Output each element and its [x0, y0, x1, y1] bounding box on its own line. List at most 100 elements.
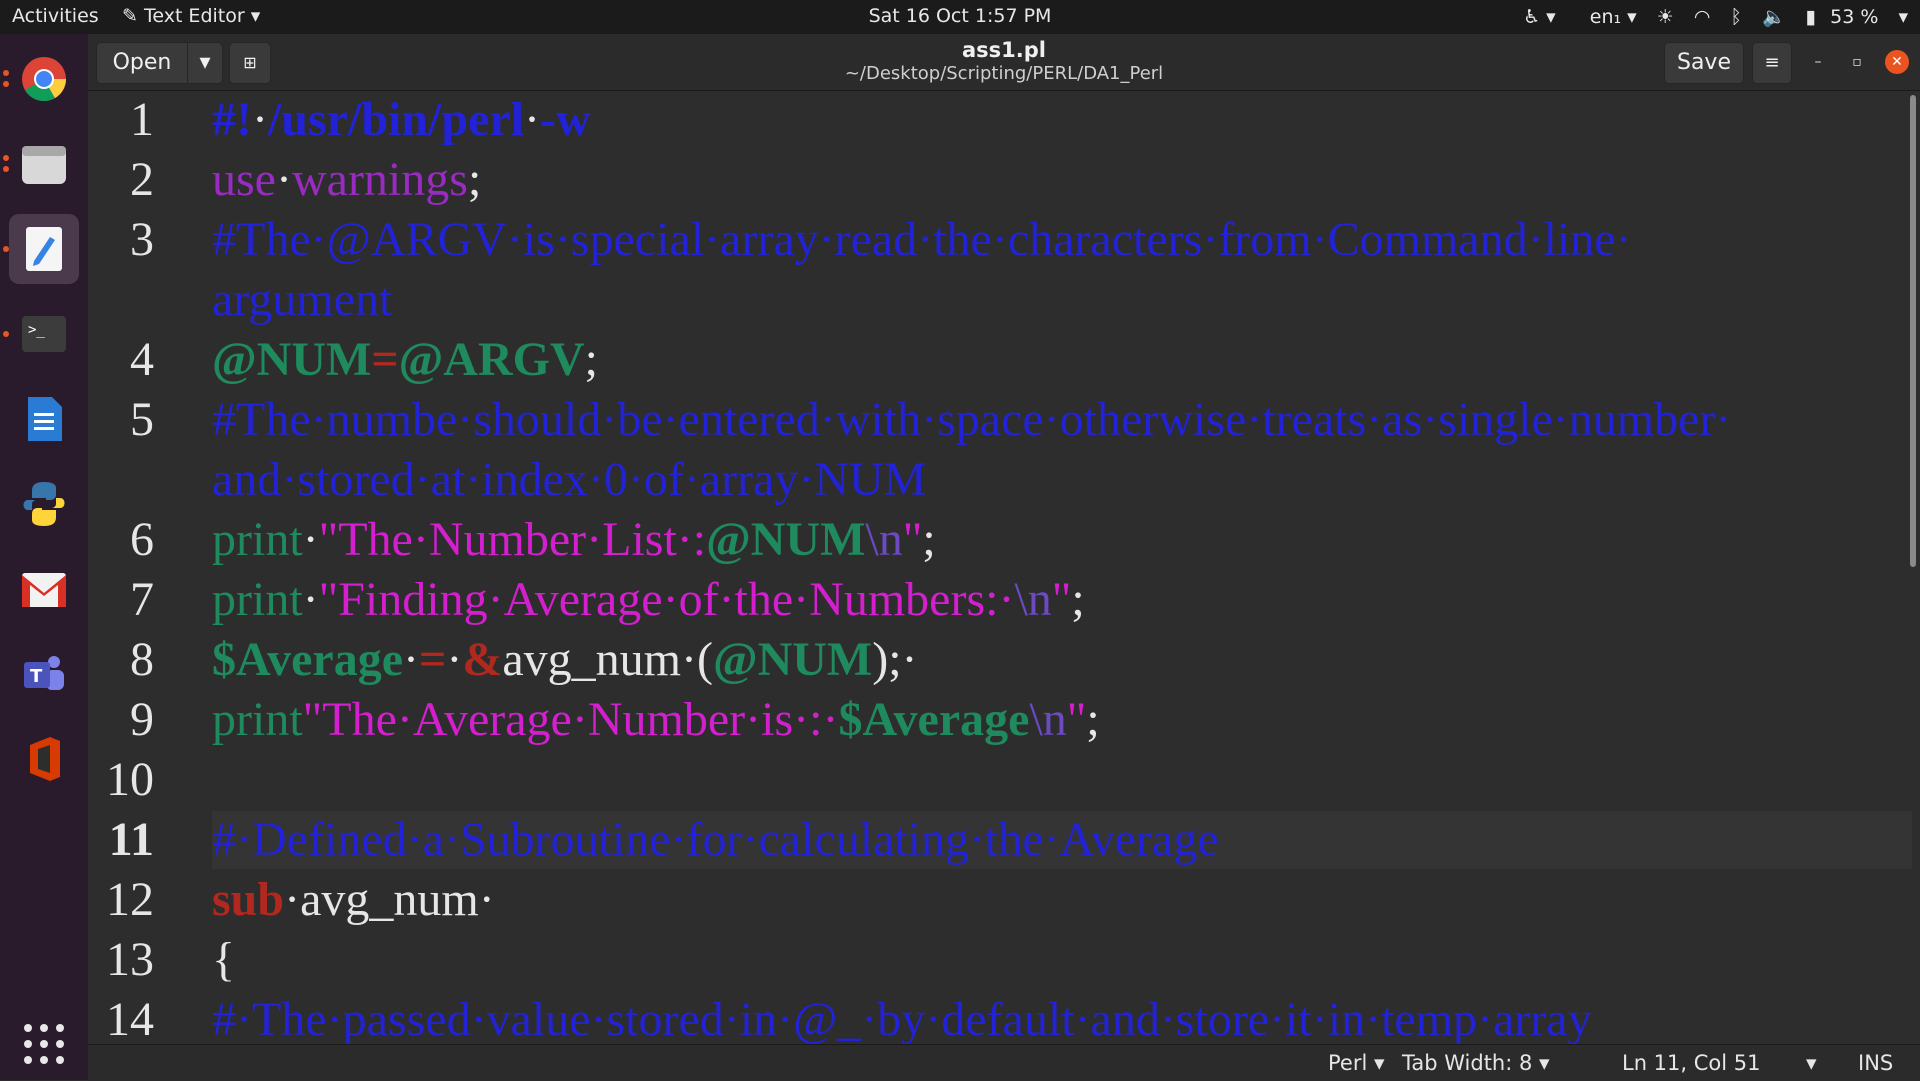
- code-token: #·The·passed·value·stored·in·@_·by·defau…: [212, 993, 1592, 1044]
- code-token: ;: [922, 513, 936, 566]
- dock-chrome[interactable]: [3, 44, 79, 114]
- code-token: warnings: [291, 153, 468, 206]
- tab-width-label: Tab Width: 8: [1402, 1051, 1533, 1075]
- running-indicator: [3, 166, 9, 172]
- code-token: @NUM: [212, 333, 372, 386]
- minimize-icon: –: [1814, 54, 1822, 70]
- code-token: ·: [446, 633, 463, 686]
- code-line[interactable]: $Average·=·&avg_num·(@NUM);·: [212, 631, 918, 689]
- code-token: @NUM: [712, 633, 873, 686]
- code-token: /usr/bin/perl: [267, 93, 525, 146]
- code-token: \n: [1029, 693, 1067, 746]
- code-token: print: [212, 513, 303, 566]
- dock-files[interactable]: [3, 129, 79, 199]
- accessibility-icon[interactable]: ♿ ▾: [1523, 6, 1556, 28]
- code-token: ;: [1086, 693, 1100, 746]
- code-token: ;: [467, 153, 482, 206]
- close-icon: ✕: [1891, 54, 1903, 70]
- code-token: ;: [1071, 573, 1085, 626]
- dock-text-editor[interactable]: [3, 214, 79, 284]
- text-editor-small-icon: ✎: [122, 5, 144, 27]
- brightness-icon: ☀: [1656, 6, 1674, 28]
- dock-gmail[interactable]: [9, 554, 79, 624]
- code-line[interactable]: print"The·Average·Number·is·:·$Average\n…: [212, 691, 1100, 749]
- line-number: 8: [130, 633, 154, 686]
- maximize-button[interactable]: ▫: [1845, 50, 1869, 74]
- code-line[interactable]: argument: [212, 271, 392, 329]
- code-token: use: [212, 153, 276, 206]
- tab-width-selector[interactable]: Tab Width: 8 ▾: [1402, 1051, 1550, 1075]
- svg-text:T: T: [30, 666, 43, 687]
- editor-area[interactable]: 1 2 3 4 5 6 7 8 9 10 11 12 13 14 #!·/usr/bin/perl·-w u…: [88, 91, 1920, 1044]
- line-number: 11: [108, 813, 154, 866]
- document-path: ~/Desktop/Scripting/PERL/DA1_Perl: [844, 63, 1164, 84]
- language-selector-label: Perl: [1328, 1051, 1368, 1075]
- code-token: ·: [680, 633, 697, 686]
- close-button[interactable]: ✕: [1885, 50, 1909, 74]
- code-token: \n: [1014, 573, 1052, 626]
- show-applications-button[interactable]: [9, 1009, 79, 1079]
- code-token: ·: [524, 93, 541, 146]
- code-token: avg_num: [502, 633, 681, 686]
- volume-icon: 🔈: [1761, 6, 1786, 28]
- code-line[interactable]: print·"The·Number·List·:@NUM\n";: [212, 511, 936, 569]
- dock-office[interactable]: [9, 724, 79, 794]
- activities-button[interactable]: Activities: [12, 5, 99, 27]
- chevron-down-icon: ▾: [1374, 1051, 1385, 1075]
- wifi-icon: ◠: [1693, 6, 1711, 28]
- code-line[interactable]: {: [212, 931, 235, 989]
- office-icon: [30, 737, 60, 781]
- code-token: argument: [212, 273, 393, 326]
- files-icon: [22, 146, 66, 184]
- maximize-icon: ▫: [1852, 54, 1862, 70]
- insert-mode[interactable]: INS: [1858, 1051, 1893, 1075]
- language-selector[interactable]: Perl ▾: [1328, 1051, 1385, 1075]
- code-token: ·: [478, 873, 495, 926]
- code-line[interactable]: use·warnings;: [212, 151, 481, 209]
- main-menu-button[interactable]: ≡: [1752, 42, 1792, 84]
- code-token: ·: [284, 873, 301, 926]
- code-line[interactable]: #The·@ARGV·is·special·array·read·the·cha…: [212, 211, 1632, 269]
- code-token: $Average: [838, 693, 1030, 746]
- bluetooth-icon: ᛒ: [1730, 6, 1742, 28]
- code-line[interactable]: #·The·passed·value·stored·in·@_·by·defau…: [212, 991, 1592, 1044]
- code-token: ": [902, 513, 923, 566]
- dock-python[interactable]: [9, 469, 79, 539]
- code-token: #!: [212, 93, 252, 146]
- language-indicator[interactable]: en₁ ▾: [1576, 6, 1637, 28]
- python-icon: [23, 482, 65, 526]
- running-indicator: [3, 155, 9, 161]
- system-tray[interactable]: ♿ ▾ en₁ ▾ ☀ ◠ ᛒ 🔈 ▮ 53 % ▾: [1509, 5, 1908, 28]
- scrollbar-thumb[interactable]: [1910, 95, 1916, 567]
- code-token: print: [212, 573, 303, 626]
- code-line[interactable]: and·stored·at·index·0·of·array·NUM: [212, 451, 926, 509]
- clock-label[interactable]: Sat 16 Oct 1:57 PM: [869, 5, 1052, 27]
- teams-icon: T: [24, 656, 64, 690]
- dock-teams[interactable]: T: [9, 639, 79, 709]
- app-menu-label: Text Editor: [143, 5, 245, 27]
- code-token: &: [462, 633, 503, 686]
- running-indicator: [3, 70, 9, 76]
- code-line[interactable]: print·"Finding·Average·of·the·Numbers:·\…: [212, 571, 1085, 629]
- line-number-gutter: 1 2 3 4 5 6 7 8 9 10 11 12 13 14: [88, 91, 198, 1044]
- cursor-position[interactable]: Ln 11, Col 51: [1622, 1051, 1761, 1075]
- dock-terminal[interactable]: >_: [3, 299, 79, 369]
- position-dropdown[interactable]: ▾: [1806, 1051, 1817, 1075]
- code-token: #The·@ARGV·is·special·array·read·the·cha…: [212, 213, 1632, 266]
- dock-writer[interactable]: [9, 384, 79, 454]
- code-token: $Average: [212, 633, 404, 686]
- writer-icon: [28, 397, 62, 441]
- app-menu[interactable]: ✎ Text Editor ▾: [122, 5, 260, 27]
- code-line[interactable]: #·Defined·a·Subroutine·for·calculating·t…: [212, 811, 1219, 869]
- code-line[interactable]: #The·numbe·should·be·entered·with·space·…: [212, 391, 1731, 449]
- code-line[interactable]: sub·avg_num·: [212, 871, 495, 929]
- code-token: {: [212, 933, 236, 986]
- minimize-button[interactable]: –: [1806, 50, 1830, 74]
- code-line[interactable]: #!·/usr/bin/perl·-w: [212, 91, 591, 149]
- save-button[interactable]: Save: [1664, 42, 1744, 84]
- line-number: 5: [130, 393, 154, 446]
- line-number: 1: [130, 93, 154, 146]
- chevron-down-icon[interactable]: ▾: [1898, 6, 1908, 28]
- code-line[interactable]: @NUM=@ARGV;: [212, 331, 598, 389]
- line-number: 12: [106, 873, 154, 926]
